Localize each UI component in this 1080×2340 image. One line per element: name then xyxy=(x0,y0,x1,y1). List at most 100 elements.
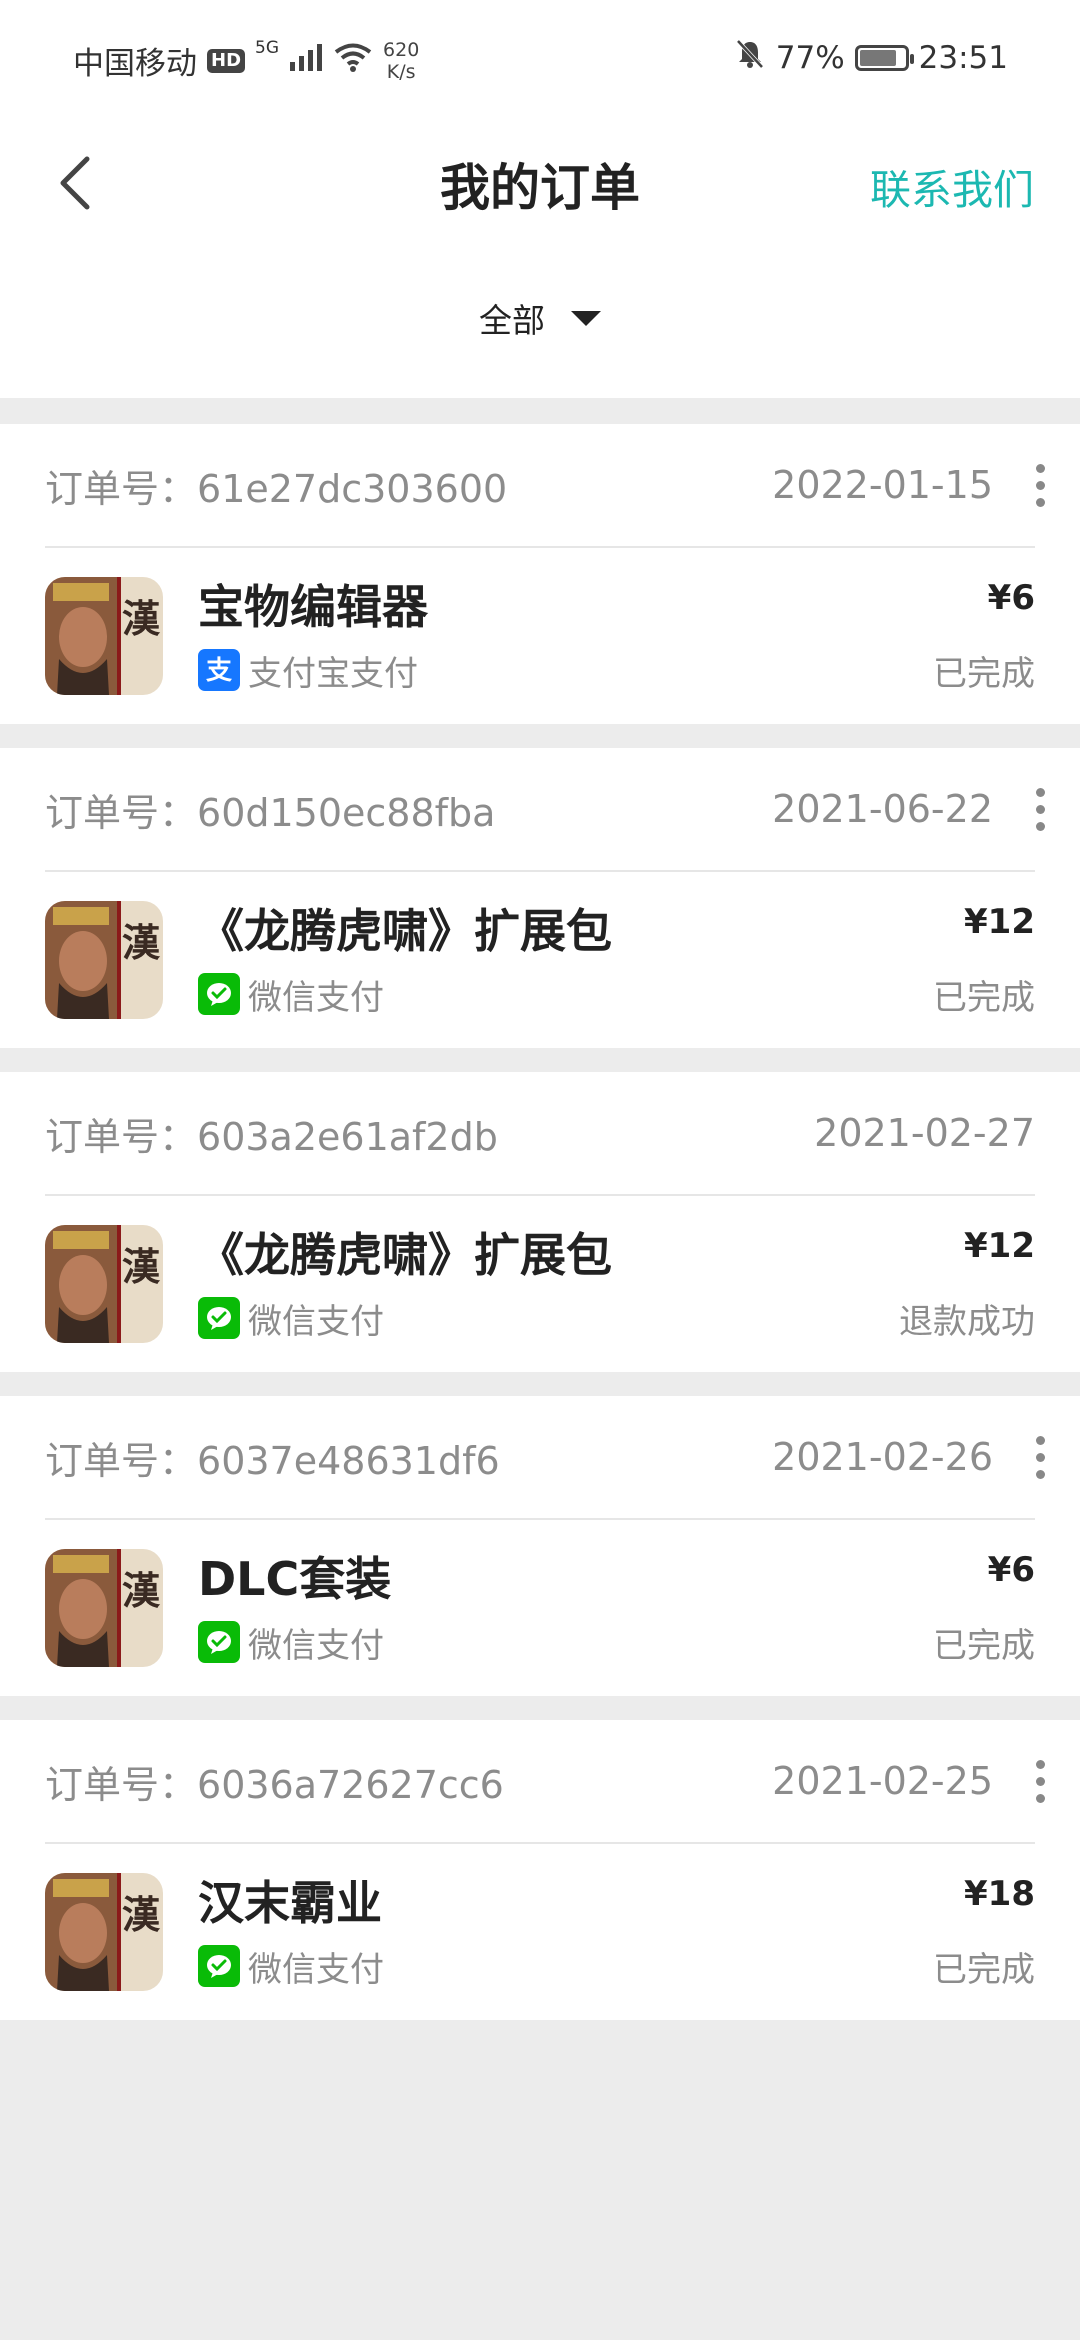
svg-text:漢: 漢 xyxy=(122,1245,161,1289)
order-status: 已完成 xyxy=(933,977,1035,1018)
filter-dropdown[interactable]: 全部 xyxy=(479,294,601,342)
order-number-label: 订单号： xyxy=(45,466,198,511)
payment-label: 微信支付 xyxy=(248,977,384,1018)
order-number-label: 订单号： xyxy=(45,1438,198,1483)
order-date: 2021-02-25 xyxy=(772,1759,993,1803)
top-area: 中国移动 HD 5G 620 K/s 77% 23:51 我的订单 联系我们 全… xyxy=(0,0,1080,398)
order-number-label: 订单号： xyxy=(45,790,198,835)
alipay-icon: 支 xyxy=(198,649,240,691)
order-number-label: 订单号： xyxy=(45,1114,198,1159)
order-card[interactable]: 订单号：6036a72627cc6 2021-02-25 漢 汉末霸业 微信支付… xyxy=(0,1720,1080,2020)
order-date: 2021-02-27 xyxy=(814,1111,1035,1155)
signal-icon xyxy=(289,42,323,80)
more-options-icon[interactable] xyxy=(1015,1751,1065,1811)
battery-icon xyxy=(854,45,914,71)
order-id: 6036a72627cc6 xyxy=(197,1762,504,1807)
filter-label: 全部 xyxy=(479,301,545,340)
order-status: 退款成功 xyxy=(899,1301,1035,1342)
order-id: 61e27dc303600 xyxy=(197,466,508,511)
product-name: 《龙腾虎啸》扩展包 xyxy=(198,903,612,958)
order-price: ¥6 xyxy=(987,1549,1035,1590)
svg-text:支: 支 xyxy=(206,656,232,686)
svg-text:漢: 漢 xyxy=(122,597,161,641)
payment-method: 微信支付 xyxy=(198,1294,899,1343)
order-body: 漢 《龙腾虎啸》扩展包 微信支付 ¥12 xyxy=(45,872,1035,1048)
order-number: 订单号：6036a72627cc6 xyxy=(45,1754,504,1809)
order-body: 漢 《龙腾虎啸》扩展包 微信支付 ¥12 xyxy=(45,1196,1035,1372)
wechat-pay-icon xyxy=(198,1945,240,1987)
order-number-label: 订单号： xyxy=(45,1762,198,1807)
speed-unit: K/s xyxy=(386,60,416,83)
filter-row: 全部 xyxy=(0,244,1080,392)
payment-method: 微信支付 xyxy=(198,1618,933,1667)
payment-label: 微信支付 xyxy=(248,1301,384,1342)
order-date: 2022-01-15 xyxy=(772,463,993,507)
svg-text:漢: 漢 xyxy=(122,1569,161,1613)
status-left: 中国移动 HD 5G 620 K/s xyxy=(73,38,419,83)
order-id: 6037e48631df6 xyxy=(197,1438,500,1483)
more-options-icon[interactable] xyxy=(1015,455,1065,515)
network-type: 5G xyxy=(255,38,280,58)
speed-value: 620 xyxy=(383,38,420,61)
order-card[interactable]: 订单号：60d150ec88fba 2021-06-22 漢 《龙腾虎啸》扩展包… xyxy=(0,748,1080,1048)
game-app-icon: 漢 xyxy=(45,1873,163,1991)
order-header: 订单号：61e27dc303600 2022-01-15 xyxy=(45,424,1045,548)
wechat-pay-icon xyxy=(198,1297,240,1339)
status-right: 77% 23:51 xyxy=(734,38,1008,78)
game-app-icon: 漢 xyxy=(45,1225,163,1343)
payment-method: 微信支付 xyxy=(198,970,933,1019)
order-body: 漢 汉末霸业 微信支付 ¥18 已完成 xyxy=(45,1844,1035,2020)
order-number: 订单号：60d150ec88fba xyxy=(45,782,495,837)
order-number: 订单号：6037e48631df6 xyxy=(45,1430,500,1485)
contact-us-link[interactable]: 联系我们 xyxy=(870,156,1034,216)
order-status: 已完成 xyxy=(933,1949,1035,1990)
order-id: 603a2e61af2db xyxy=(197,1114,498,1159)
order-price: ¥12 xyxy=(964,1225,1035,1266)
order-price: ¥18 xyxy=(964,1873,1035,1914)
order-id: 60d150ec88fba xyxy=(197,790,496,835)
product-name: 汉末霸业 xyxy=(198,1875,382,1930)
payment-method: 支 支付宝支付 xyxy=(198,646,933,695)
order-card[interactable]: 订单号：6037e48631df6 2021-02-26 漢 DLC套装 微信支… xyxy=(0,1396,1080,1696)
more-options-icon[interactable] xyxy=(1015,779,1065,839)
payment-label: 微信支付 xyxy=(248,1949,384,1990)
order-date: 2021-02-26 xyxy=(772,1435,993,1479)
order-price: ¥6 xyxy=(987,577,1035,618)
order-header: 订单号：6037e48631df6 2021-02-26 xyxy=(45,1396,1045,1520)
order-status: 已完成 xyxy=(933,1625,1035,1666)
nav-bar: 我的订单 联系我们 xyxy=(0,120,1080,250)
wechat-pay-icon xyxy=(198,1621,240,1663)
payment-method: 微信支付 xyxy=(198,1942,933,1991)
status-bar: 中国移动 HD 5G 620 K/s 77% 23:51 xyxy=(0,0,1080,120)
product-name: DLC套装 xyxy=(198,1551,392,1606)
order-card[interactable]: 订单号：603a2e61af2db 2021-02-27 漢 《龙腾虎啸》扩展包 xyxy=(0,1072,1080,1372)
hd-badge: HD xyxy=(207,48,246,73)
game-app-icon: 漢 xyxy=(45,901,163,1019)
clock: 23:51 xyxy=(918,40,1008,76)
order-header: 订单号：60d150ec88fba 2021-06-22 xyxy=(45,748,1045,872)
game-app-icon: 漢 xyxy=(45,1549,163,1667)
payment-label: 支付宝支付 xyxy=(248,653,418,694)
mute-bell-icon xyxy=(734,38,766,78)
network-speed: 620 K/s xyxy=(383,39,419,83)
more-options-icon[interactable] xyxy=(1015,1427,1065,1487)
battery-percent: 77% xyxy=(775,40,845,76)
order-number: 订单号：61e27dc303600 xyxy=(45,458,507,513)
payment-label: 微信支付 xyxy=(248,1625,384,1666)
order-price: ¥12 xyxy=(964,901,1035,942)
product-name: 宝物编辑器 xyxy=(198,579,428,634)
wechat-pay-icon xyxy=(198,973,240,1015)
game-app-icon: 漢 xyxy=(45,577,163,695)
order-date: 2021-06-22 xyxy=(772,787,993,831)
order-status: 已完成 xyxy=(933,653,1035,694)
order-header: 订单号：603a2e61af2db 2021-02-27 xyxy=(45,1072,1035,1196)
order-body: 漢 DLC套装 微信支付 ¥6 已完成 xyxy=(45,1520,1035,1696)
order-list: 订单号：61e27dc303600 2022-01-15 漢 宝物编辑器 支 支… xyxy=(0,398,1080,2020)
order-number: 订单号：603a2e61af2db xyxy=(45,1106,498,1161)
svg-text:漢: 漢 xyxy=(122,921,161,965)
product-name: 《龙腾虎啸》扩展包 xyxy=(198,1227,612,1282)
svg-text:漢: 漢 xyxy=(122,1893,161,1937)
caret-down-icon xyxy=(571,310,601,326)
order-card[interactable]: 订单号：61e27dc303600 2022-01-15 漢 宝物编辑器 支 支… xyxy=(0,424,1080,724)
order-body: 漢 宝物编辑器 支 支付宝支付 ¥6 已完成 xyxy=(45,548,1035,724)
